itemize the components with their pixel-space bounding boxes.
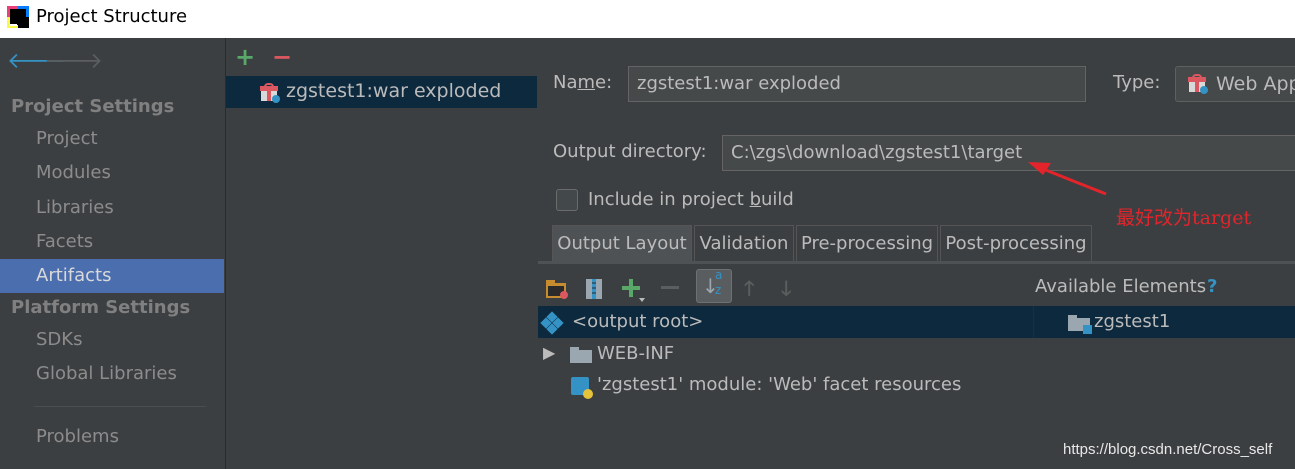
- artifact-details-pane: Name: zgstest1:war exploded Type: Web Ap…: [538, 38, 1295, 469]
- tab-output-layout[interactable]: Output Layout: [552, 225, 692, 261]
- war-artifact-icon: [260, 83, 280, 103]
- new-directory-icon[interactable]: [545, 278, 569, 306]
- sidebar-item-libraries[interactable]: Libraries: [0, 191, 224, 225]
- section-project-settings: Project Settings: [11, 96, 175, 117]
- forward-arrow-icon[interactable]: 🡒: [44, 51, 103, 73]
- sidebar-item-facets[interactable]: Facets: [0, 225, 224, 259]
- add-element-icon[interactable]: [621, 277, 647, 305]
- module-folder-icon: [1068, 315, 1092, 334]
- tab-underline: [538, 261, 1295, 264]
- remove-element-icon[interactable]: [659, 277, 681, 305]
- archive-icon[interactable]: [584, 278, 604, 306]
- artifact-name-label: zgstest1:war exploded: [286, 80, 502, 102]
- web-inf-folder-icon: [570, 347, 592, 363]
- sort-elements-button[interactable]: ↓ a z: [696, 268, 732, 303]
- title-bar: Project Structure: [0, 0, 1295, 38]
- tab-post-processing[interactable]: Post-processing: [940, 225, 1092, 261]
- web-inf-label[interactable]: WEB-INF: [597, 343, 674, 364]
- sidebar-item-project[interactable]: Project: [0, 122, 224, 156]
- watermark-text: https://blog.csdn.net/Cross_self: [1063, 441, 1273, 458]
- available-module-label[interactable]: zgstest1: [1094, 311, 1170, 332]
- intellij-logo-icon: [7, 6, 29, 28]
- available-elements-label: Available Elements: [1035, 276, 1207, 297]
- sidebar-item-global-libraries[interactable]: Global Libraries: [0, 357, 224, 391]
- section-platform-settings: Platform Settings: [11, 297, 191, 318]
- settings-sidebar: 🡐 🡒 Project Settings Project Modules Lib…: [0, 38, 224, 469]
- annotation-text: 最好改为target: [1116, 207, 1252, 229]
- move-up-icon[interactable]: 🡑: [744, 274, 754, 302]
- output-root-label: <output root>: [572, 311, 704, 332]
- sort-z-label: z: [715, 283, 722, 297]
- tree-split: [1033, 306, 1034, 338]
- facet-resources-label[interactable]: 'zgstest1' module: 'Web' facet resources: [597, 374, 961, 395]
- remove-artifact-button[interactable]: −: [272, 44, 292, 70]
- help-icon[interactable]: ?: [1207, 276, 1217, 297]
- sidebar-item-artifacts[interactable]: Artifacts: [0, 259, 224, 293]
- sidebar-item-modules[interactable]: Modules: [0, 156, 224, 190]
- add-artifact-button[interactable]: +: [235, 44, 255, 70]
- output-root-icon: [540, 311, 564, 335]
- artifact-list-pane: + − zgstest1:war exploded: [225, 38, 539, 469]
- expand-arrow-icon[interactable]: ▶: [543, 343, 555, 362]
- sidebar-item-problems[interactable]: Problems: [0, 420, 224, 454]
- tab-pre-processing[interactable]: Pre-processing: [796, 225, 938, 261]
- sidebar-item-sdks[interactable]: SDKs: [0, 323, 224, 357]
- web-facet-resources-icon: [571, 377, 593, 399]
- sidebar-divider: [34, 406, 206, 407]
- tab-validation[interactable]: Validation: [694, 225, 794, 261]
- move-down-icon[interactable]: 🡓: [781, 274, 791, 302]
- sort-a-label: a: [715, 268, 723, 282]
- window-title: Project Structure: [36, 6, 188, 27]
